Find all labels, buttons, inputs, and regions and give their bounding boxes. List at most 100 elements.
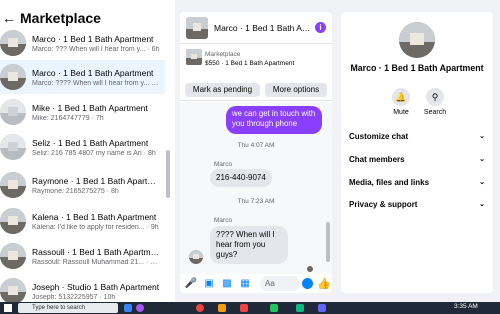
outgoing-message: we can get in touch with you through pho… — [226, 106, 322, 134]
microphone-icon[interactable]: 🎤 — [184, 277, 198, 291]
conversation-preview: Kalena: I'd like to apply for residen...… — [32, 223, 159, 231]
listing-card-label: Marketplace — [205, 51, 241, 58]
listing-thumbnail — [0, 134, 26, 160]
conversation-item[interactable]: Mike · 1 Bed 1 Bath Apartment Mike: 2164… — [0, 95, 165, 129]
panel-title: Marketplace — [20, 10, 101, 26]
listing-thumbnail — [0, 243, 26, 269]
message-sender: Marco — [214, 161, 233, 168]
message-sender: Marco — [214, 217, 233, 224]
conversation-item[interactable]: Marco · 1 Bed 1 Bath Apartment Marco: ??… — [0, 26, 165, 60]
chat-header: Marco · 1 Bed 1 Bath Apartment i — [180, 12, 332, 44]
conversation-name: Marco · 1 Bed 1 Bath Apartment — [32, 33, 154, 44]
avatar — [189, 250, 203, 264]
conversation-item[interactable]: Rassoull · 1 Bed 1 Bath Apartment Rassou… — [0, 239, 165, 273]
message-timestamp: Thu 7:23 AM — [237, 198, 275, 205]
chat-scrollbar[interactable] — [326, 222, 330, 262]
conversation-name: Raymone · 1 Bed 1 Bath Apartme... — [32, 175, 160, 186]
conversation-name: Rassoull · 1 Bed 1 Bath Apartment — [32, 246, 160, 257]
conversation-preview: Raymone: 2165275275 · 8h — [32, 187, 119, 195]
listing-thumbnail — [0, 278, 26, 302]
app-icon[interactable] — [240, 304, 248, 312]
details-panel: Marco · 1 Bed 1 Bath Apartment 🔔 Mute ⚲ … — [341, 12, 493, 293]
media-files-links-section[interactable]: Media, files and links ⌄ — [349, 173, 485, 191]
thumbs-up-icon[interactable]: 👍 — [317, 277, 331, 290]
chevron-down-icon: ⌄ — [479, 201, 485, 208]
listing-card-thumbnail — [186, 49, 202, 65]
bell-icon: 🔔 — [392, 88, 410, 106]
listing-thumbnail — [0, 64, 26, 90]
conversation-item[interactable]: Joseph · Studio 1 Bath Apartment Joseph:… — [0, 274, 165, 302]
listing-card-price[interactable]: $550 · 1 Bed 1 Bath Apartment — [205, 60, 294, 67]
message-thread: we can get in touch with you through pho… — [180, 102, 332, 274]
incoming-message: ???? When will I hear from you guys? — [210, 226, 288, 264]
image-icon[interactable]: ▣ — [202, 277, 216, 291]
file-explorer-icon[interactable] — [218, 304, 226, 312]
listing-thumbnail — [0, 99, 26, 125]
chevron-down-icon: ⌄ — [479, 133, 485, 140]
chevron-down-icon: ⌄ — [479, 179, 485, 186]
conversation-preview: Marco: ???? When will I hear from y... ·… — [32, 79, 160, 87]
conversation-list-panel: ← Marketplace Marco · 1 Bed 1 Bath Apart… — [0, 0, 175, 302]
privacy-support-section[interactable]: Privacy & support ⌄ — [349, 195, 485, 213]
taskbar: Type here to search 3:35 AM — [0, 302, 500, 314]
section-label: Chat members — [349, 154, 405, 164]
list-header: ← Marketplace — [0, 8, 175, 28]
emoji-icon[interactable] — [302, 278, 313, 289]
conversation-item[interactable]: Raymone · 1 Bed 1 Bath Apartme... Raymon… — [0, 168, 165, 202]
mute-label: Mute — [393, 109, 409, 116]
listing-thumbnail — [0, 172, 26, 198]
conversation-preview: Marco: ??? When will I hear from y... · … — [32, 45, 160, 53]
sticker-icon[interactable]: ▩ — [220, 277, 234, 291]
excel-icon[interactable] — [296, 304, 304, 312]
info-icon[interactable]: i — [315, 22, 326, 33]
conversation-preview: Seliz: 216 785 4807 my name is Ari · 8h — [32, 149, 156, 157]
conversation-preview: Mike: 2164747779 · 7h — [32, 114, 104, 122]
app-icon[interactable] — [318, 304, 326, 312]
seen-indicator — [307, 266, 313, 272]
conversation-preview: Joseph: 5132225957 · 10h — [32, 293, 116, 301]
section-label: Privacy & support — [349, 199, 418, 209]
app-icon[interactable] — [136, 304, 144, 312]
mark-as-pending-button[interactable]: Mark as pending — [185, 83, 260, 97]
conversation-name: Seliz · 1 Bed 1 Bath Apartment — [32, 137, 149, 148]
message-composer: 🎤 ▣ ▩ ▦ Aa 👍 — [180, 274, 332, 293]
search-button[interactable]: ⚲ Search — [420, 88, 450, 116]
taskbar-clock[interactable]: 3:35 AM — [454, 303, 478, 310]
chat-panel: Marco · 1 Bed 1 Bath Apartment i Marketp… — [180, 12, 332, 293]
windows-start-icon[interactable] — [4, 304, 12, 312]
chat-listing-thumbnail — [186, 16, 208, 39]
conversation-name: Mike · 1 Bed 1 Bath Apartment — [32, 102, 148, 113]
conversation-preview: Rassoull: Rassoull Muhammad 21... · 12h — [32, 258, 160, 266]
conversation-name: Joseph · Studio 1 Bath Apartment — [32, 281, 160, 292]
incoming-message: 216-440-9074 — [210, 169, 272, 187]
gif-icon[interactable]: ▦ — [238, 277, 252, 291]
conversation-name: Kalena · 1 Bed 1 Bath Apartment — [32, 211, 157, 222]
mute-button[interactable]: 🔔 Mute — [386, 88, 416, 116]
chat-members-section[interactable]: Chat members ⌄ — [349, 150, 485, 168]
conversation-item[interactable]: Seliz · 1 Bed 1 Bath Apartment Seliz: 21… — [0, 130, 165, 164]
customize-chat-section[interactable]: Customize chat ⌄ — [349, 127, 485, 145]
listing-thumbnail — [0, 30, 26, 56]
chevron-down-icon: ⌄ — [479, 156, 485, 163]
conversation-item-active[interactable]: Marco · 1 Bed 1 Bath Apartment Marco: ??… — [0, 60, 165, 94]
section-label: Customize chat — [349, 131, 409, 141]
message-timestamp: Thu 4:07 AM — [237, 142, 275, 149]
message-input[interactable]: Aa — [260, 276, 300, 291]
conversation-item[interactable]: Kalena · 1 Bed 1 Bath Apartment Kalena: … — [0, 204, 165, 238]
listing-thumbnail — [0, 208, 26, 234]
taskbar-search-input[interactable]: Type here to search — [18, 303, 118, 313]
conversation-avatar — [399, 22, 435, 58]
search-label: Search — [423, 109, 447, 116]
chat-title[interactable]: Marco · 1 Bed 1 Bath Apartment — [214, 23, 314, 33]
app-icon[interactable] — [270, 304, 278, 312]
more-options-button[interactable]: More options — [265, 83, 327, 97]
left-arrow-icon[interactable]: ← — [2, 10, 16, 26]
list-scrollbar[interactable] — [166, 150, 170, 198]
listing-card: Marketplace $550 · 1 Bed 1 Bath Apartmen… — [180, 45, 332, 101]
conversation-name: Marco · 1 Bed 1 Bath Apartment — [350, 63, 484, 73]
section-label: Media, files and links — [349, 177, 430, 187]
search-icon: ⚲ — [426, 88, 444, 106]
chrome-icon[interactable] — [196, 304, 204, 312]
task-view-icon[interactable] — [124, 304, 132, 312]
conversation-name: Marco · 1 Bed 1 Bath Apartment — [32, 67, 154, 78]
